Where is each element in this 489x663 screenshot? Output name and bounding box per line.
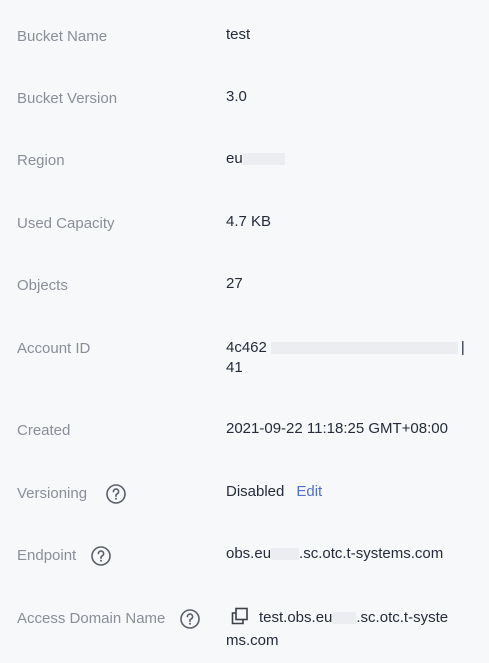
- region-text: eu: [226, 150, 243, 167]
- endpoint-help-icon[interactable]: [91, 546, 111, 566]
- bucket-version-label: Bucket Version: [17, 90, 118, 107]
- account-id-label: Account ID: [17, 340, 91, 357]
- bucket-basic-info-panel: Bucket Name test Bucket Version 3.0 Regi…: [0, 0, 489, 663]
- created-value: 2021-09-22 11:18:25 GMT+08:00: [226, 420, 448, 437]
- versioning-value: Disabled Edit: [226, 482, 466, 502]
- created-label: Created: [17, 422, 71, 439]
- bucket-name-label: Bucket Name: [17, 28, 108, 45]
- copy-icon[interactable]: [231, 607, 249, 631]
- redaction-mask: [242, 153, 285, 166]
- bucket-version-value: 3.0: [226, 88, 247, 105]
- access-domain-help-icon[interactable]: [180, 609, 200, 629]
- access-domain-line-1: test.obs.eu .sc.otc.t-syste: [231, 607, 463, 631]
- redaction-mask: [270, 342, 458, 355]
- versioning-label: Versioning: [17, 485, 88, 502]
- bucket-name-value: test: [226, 26, 251, 43]
- account-id-value: 4c462 | 41: [226, 338, 466, 378]
- versioning-status: Disabled: [226, 483, 285, 500]
- used-capacity-label: Used Capacity: [17, 215, 115, 232]
- versioning-help-icon[interactable]: [106, 484, 126, 504]
- used-capacity-value: 4.7 KB: [226, 213, 272, 230]
- access-domain-value: test.obs.eu .sc.otc.t-syste ms.com: [226, 607, 463, 651]
- region-label: Region: [17, 152, 65, 169]
- redaction-mask: [332, 612, 357, 625]
- region-value: eu: [226, 149, 466, 169]
- endpoint-value: obs.eu .sc.otc.t-systems.com: [226, 544, 466, 564]
- access-domain-label: Access Domain Name: [17, 610, 166, 627]
- account-id-line-2: 41: [226, 359, 243, 376]
- access-domain-prefix: test.obs.eu: [259, 609, 333, 626]
- account-id-prefix: 4c462: [226, 339, 267, 356]
- account-id-line-1: 4c462 |: [226, 338, 466, 358]
- objects-value: 27: [226, 275, 243, 292]
- account-id-end-mark: |: [460, 339, 465, 356]
- objects-label: Objects: [17, 277, 68, 294]
- redaction-mask: [271, 548, 300, 561]
- edit-versioning-link[interactable]: Edit: [296, 483, 322, 500]
- access-domain-suffix: .sc.otc.t-syste: [356, 609, 449, 626]
- endpoint-label: Endpoint: [17, 547, 77, 564]
- access-domain-line-2: ms.com: [226, 632, 279, 649]
- endpoint-prefix: obs.eu: [226, 545, 272, 562]
- endpoint-suffix: .sc.otc.t-systems.com: [299, 545, 444, 562]
